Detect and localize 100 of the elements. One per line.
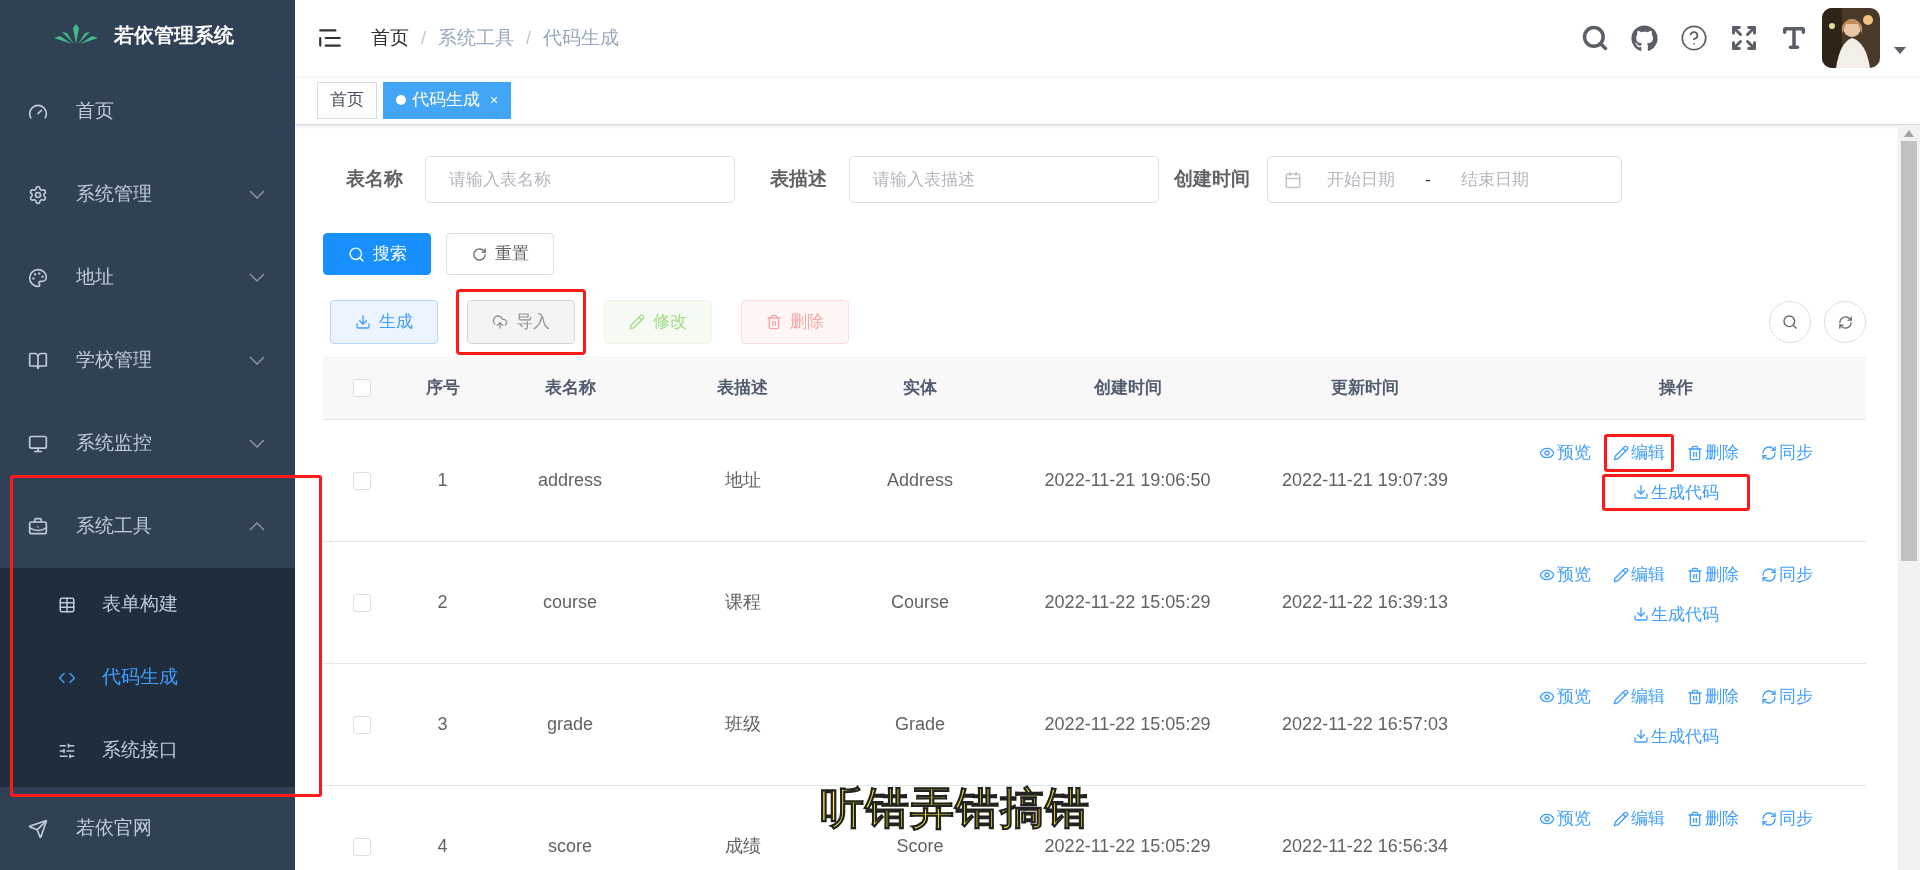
action-link[interactable]: 同步: [1751, 678, 1822, 716]
toolbar-button[interactable]: 导入: [456, 289, 586, 355]
search-icon: [1782, 314, 1798, 330]
reset-button[interactable]: 重置: [446, 233, 554, 275]
submenu-item[interactable]: 表单构建: [0, 568, 295, 641]
action-link[interactable]: 预览: [1529, 434, 1600, 472]
checkbox[interactable]: [352, 378, 371, 397]
download-icon: [355, 314, 371, 330]
checkbox[interactable]: [352, 593, 371, 612]
action-link[interactable]: 预览: [1529, 678, 1600, 716]
action-link[interactable]: 删除: [1677, 556, 1748, 594]
scrollbar[interactable]: [1898, 125, 1920, 870]
refresh-icon: [1760, 444, 1777, 461]
table-cell-text: Course: [891, 591, 949, 614]
table-cell-text: 2022-11-22 16:39:13: [1282, 591, 1448, 614]
fullscreen-icon[interactable]: [1730, 24, 1758, 52]
trash-icon: [1686, 688, 1703, 705]
checkbox[interactable]: [352, 837, 371, 856]
action-link[interactable]: 编辑: [1603, 678, 1674, 716]
pencil-icon: [1612, 566, 1629, 583]
column-header: 序号: [425, 376, 460, 399]
help-icon[interactable]: [1680, 24, 1708, 52]
table-cell-text: grade: [546, 713, 593, 736]
action-link[interactable]: 生成代码: [1601, 473, 1750, 511]
pencil-icon: [629, 314, 645, 330]
menu-item[interactable]: 地址: [0, 236, 295, 319]
menu-item[interactable]: 若依官网: [0, 787, 295, 870]
menu-item[interactable]: 首页: [0, 70, 295, 153]
action-link[interactable]: 预览: [1529, 556, 1600, 594]
column-header: 表描述: [717, 376, 768, 399]
action-link[interactable]: 编辑: [1603, 556, 1674, 594]
action-link[interactable]: 预览: [1529, 800, 1600, 838]
table-cell-text: 1: [437, 469, 448, 492]
menu-item[interactable]: 学校管理: [0, 319, 295, 402]
search-icon: [347, 245, 365, 263]
action-link[interactable]: 编辑: [1603, 800, 1674, 838]
action-link[interactable]: 编辑: [1603, 434, 1674, 472]
checkbox[interactable]: [352, 715, 371, 734]
table-cell-text: address: [537, 469, 602, 492]
action-link[interactable]: 同步: [1751, 434, 1822, 472]
submenu-item[interactable]: 系统接口: [0, 714, 295, 787]
refresh-icon: [471, 246, 487, 262]
table-icon: [58, 595, 76, 614]
table-cell-text: 2022-11-22 16:57:03: [1282, 713, 1448, 736]
github-icon[interactable]: [1631, 24, 1658, 52]
book-icon: [28, 350, 48, 371]
trash-icon: [1686, 566, 1703, 583]
menu-item[interactable]: 系统管理: [0, 153, 295, 236]
page-tab[interactable]: 代码生成 ×: [383, 81, 512, 119]
breadcrumb-item[interactable]: 首页: [371, 23, 409, 53]
checkbox[interactable]: [352, 471, 371, 490]
table-cell-text: 3: [437, 713, 448, 736]
table-cell-text: 2022-11-22 15:05:29: [1044, 713, 1211, 736]
table-cell-text: 2022-11-22 16:56:34: [1282, 835, 1448, 858]
table-cell-text: 2022-11-22 15:05:29: [1044, 835, 1211, 858]
field-label: 表描述: [770, 167, 827, 192]
cloud-upload-icon: [492, 314, 508, 330]
menu-item[interactable]: 系统监控: [0, 402, 295, 485]
pencil-icon: [1612, 444, 1629, 461]
trash-icon: [1686, 810, 1703, 827]
table-cell-text: score: [548, 835, 592, 858]
menu-item[interactable]: 系统工具: [0, 485, 295, 568]
submenu-item[interactable]: 代码生成: [0, 641, 295, 714]
action-link[interactable]: 生成代码: [1601, 717, 1750, 755]
download-icon: [1632, 606, 1649, 623]
breadcrumb-item: 系统工具: [438, 25, 514, 50]
scroll-up-icon[interactable]: [1904, 129, 1914, 137]
text-field[interactable]: 请输入表名称: [425, 156, 735, 203]
font-size-icon[interactable]: [1780, 24, 1808, 52]
action-link[interactable]: 删除: [1677, 678, 1748, 716]
trash-icon: [1686, 444, 1703, 461]
table-cell-text: 班级: [724, 713, 761, 736]
download-icon: [1632, 484, 1649, 501]
leaf-logo-icon: [53, 24, 98, 46]
table-cell-text: 地址: [724, 469, 761, 492]
refresh-icon: [1760, 688, 1777, 705]
action-link[interactable]: 生成代码: [1601, 595, 1750, 633]
column-header: 创建时间: [1093, 376, 1162, 399]
action-link[interactable]: 删除: [1677, 434, 1748, 472]
scrollbar-thumb[interactable]: [1901, 141, 1917, 561]
close-tab-button[interactable]: ×: [490, 89, 499, 111]
column-header: 操作: [1658, 376, 1693, 399]
pencil-icon: [1612, 810, 1629, 827]
column-header: 表名称: [544, 376, 596, 399]
page-tab[interactable]: 首页: [317, 81, 377, 119]
column-header: 更新时间: [1331, 376, 1399, 399]
table-cell-text: 2: [437, 591, 448, 614]
action-link[interactable]: 同步: [1751, 556, 1822, 594]
breadcrumb-item: 代码生成: [543, 25, 620, 50]
briefcase-icon: [28, 516, 48, 537]
caret-icon[interactable]: [1894, 47, 1906, 55]
date-range-field[interactable]: 开始日期 - 结束日期: [1267, 156, 1622, 203]
action-link[interactable]: 同步: [1751, 800, 1822, 838]
action-link[interactable]: 删除: [1677, 800, 1748, 838]
video-caption: 听错弄错搞错: [820, 784, 1090, 832]
text-field[interactable]: 请输入表描述: [849, 156, 1159, 203]
app-title: 若依管理系统: [113, 23, 234, 48]
search-button[interactable]: 搜索: [323, 233, 431, 275]
search-icon[interactable]: [1581, 24, 1609, 52]
table-cell-text: Address: [886, 469, 953, 492]
